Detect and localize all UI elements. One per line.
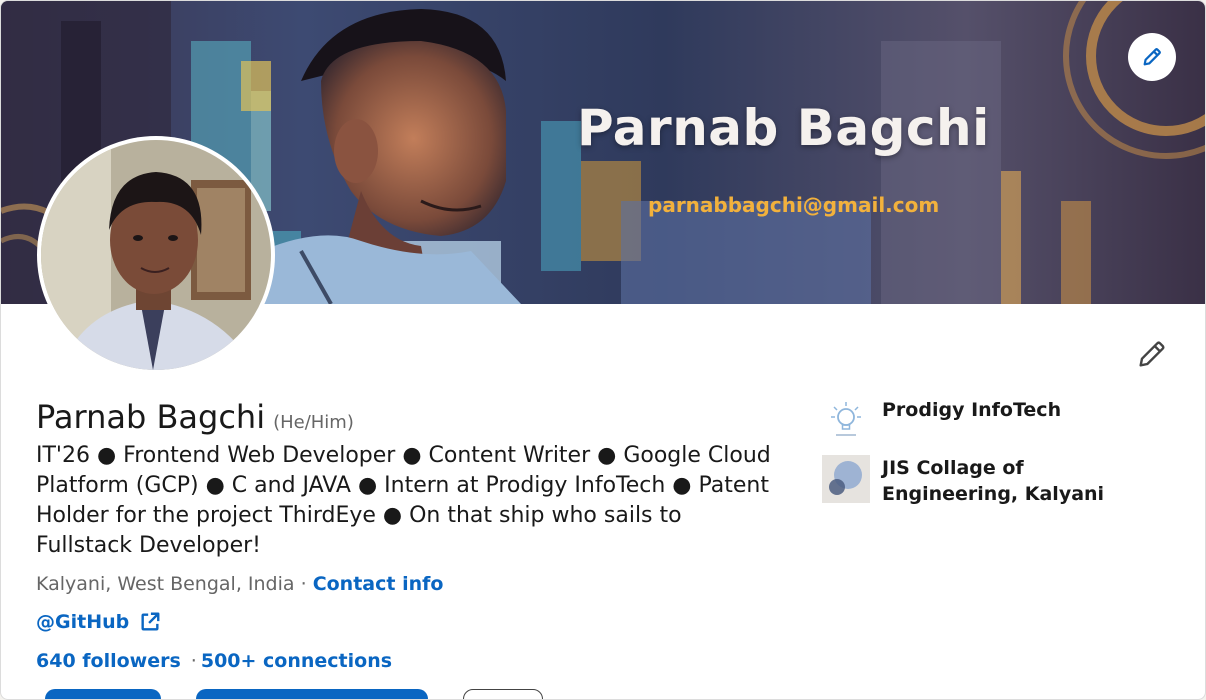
pencil-icon bbox=[1139, 341, 1165, 367]
more-button[interactable] bbox=[463, 689, 543, 699]
banner-email-text: parnabbagchi@gmail.com bbox=[648, 193, 940, 217]
lightbulb-icon bbox=[822, 397, 870, 445]
contact-info-link[interactable]: Contact info bbox=[313, 573, 444, 595]
avatar-image bbox=[41, 140, 271, 370]
profile-location: Kalyani, West Bengal, India bbox=[36, 573, 295, 595]
followers-link[interactable]: 640 followers bbox=[36, 650, 181, 672]
banner-name-text: Parnab Bagchi bbox=[577, 99, 990, 157]
add-section-button[interactable] bbox=[196, 689, 428, 699]
connections-link[interactable]: 500+ connections bbox=[201, 650, 392, 672]
profile-name: Parnab Bagchi bbox=[36, 398, 266, 436]
github-row: @GitHub bbox=[36, 611, 161, 633]
separator-dot: · bbox=[190, 650, 197, 672]
circles-icon bbox=[822, 455, 870, 503]
separator-dot: · bbox=[300, 573, 307, 595]
school-name: JIS Collage of Engineering, Kalyani bbox=[882, 457, 1105, 505]
location-row: Kalyani, West Bengal, India · Contact in… bbox=[36, 573, 443, 595]
external-link-icon[interactable] bbox=[139, 611, 161, 633]
edit-intro-button[interactable] bbox=[1132, 334, 1172, 374]
company-name: Prodigy InfoTech bbox=[882, 399, 1062, 421]
open-to-button[interactable] bbox=[45, 689, 161, 699]
profile-photo[interactable] bbox=[37, 136, 275, 374]
education-school[interactable]: JIS Collage of Engineering, Kalyani bbox=[822, 455, 1162, 507]
github-link[interactable]: @GitHub bbox=[36, 611, 129, 633]
name-row: Parnab Bagchi (He/Him) bbox=[36, 398, 354, 436]
profile-pronouns: (He/Him) bbox=[273, 412, 354, 433]
profile-headline: IT'26 ● Frontend Web Developer ● Content… bbox=[36, 443, 771, 558]
network-stats: 640 followers · 500+ connections bbox=[36, 650, 392, 672]
current-company[interactable]: Prodigy InfoTech bbox=[822, 397, 1061, 445]
pencil-icon bbox=[1143, 48, 1161, 66]
profile-card: Parnab Bagchi parnabbagchi@gmail.com Par… bbox=[0, 0, 1206, 700]
edit-banner-button[interactable] bbox=[1128, 33, 1176, 81]
